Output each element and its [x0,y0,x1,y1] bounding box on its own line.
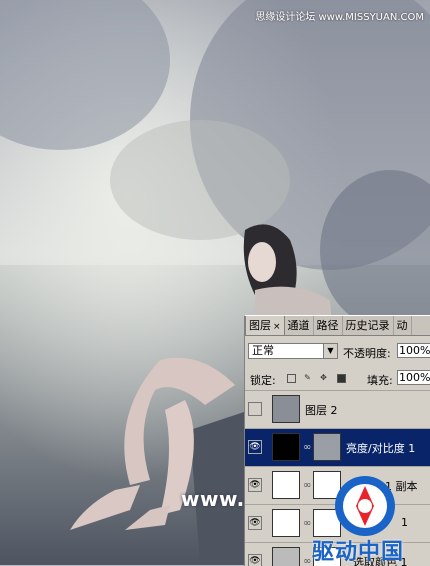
tab-label: 路径 [316,319,339,332]
tab-label: 动 [396,319,408,332]
tab-history[interactable]: 历史记录 [343,316,394,335]
link-icon[interactable]: ∞ [303,518,311,529]
tab-actions[interactable]: 动 [394,316,412,335]
eye-icon[interactable]: 👁 [248,554,262,566]
blend-mode-value: 正常 [252,344,274,357]
lock-move-icon[interactable]: ✥ [319,374,328,383]
panel-tabs: 图层 × 通道 路径 历史记录 动 [245,316,430,336]
layer-row[interactable]: 图层 2 [245,390,430,428]
lock-all-icon[interactable] [337,374,346,383]
close-icon[interactable]: × [273,322,281,332]
layer-name: 1 [401,516,408,529]
eye-icon[interactable]: 👁 [248,478,262,492]
tab-label: 历史记录 [345,319,390,332]
curves-icon [272,471,300,499]
tab-paths[interactable]: 路径 [314,316,343,335]
layer-name: 图层 2 [305,404,338,417]
tab-label: 通道 [287,319,310,332]
link-icon[interactable]: ∞ [303,442,311,453]
selective-color-icon [272,547,300,566]
fill-label: 填充: [367,374,393,387]
mask-thumbnail [313,433,341,461]
fill-field[interactable]: 100% [397,370,430,385]
link-icon[interactable]: ∞ [303,480,311,491]
brand-logo-icon [335,476,395,536]
curves-icon [272,509,300,537]
tab-layers[interactable]: 图层 × [245,316,285,335]
blend-mode-select[interactable]: 正常 ▼ [248,343,338,359]
tab-channels[interactable]: 通道 [285,316,314,335]
eye-icon[interactable]: 👁 [248,440,262,454]
adjustment-icon [272,433,300,461]
tab-label: 图层 [249,319,271,332]
eye-icon[interactable]: 👁 [248,516,262,530]
lock-label: 锁定: [250,374,276,387]
opacity-field[interactable]: 100% [397,343,430,358]
layer-row[interactable]: 👁 ∞ 亮度/对比度 1 [245,428,430,466]
layer-thumbnail [272,395,300,423]
opacity-label: 不透明度: [343,347,391,360]
chevron-down-icon[interactable]: ▼ [323,344,337,358]
layer-name: 亮度/对比度 1 [346,442,416,455]
lock-brush-icon[interactable]: ✎ [303,374,312,383]
brand-text: 驱动中国 [312,540,405,565]
lock-transparent-icon[interactable] [287,374,296,383]
visibility-toggle[interactable] [248,402,262,416]
watermark-top: 思缘设计论坛 www.MISSYUAN.COM [255,12,424,23]
